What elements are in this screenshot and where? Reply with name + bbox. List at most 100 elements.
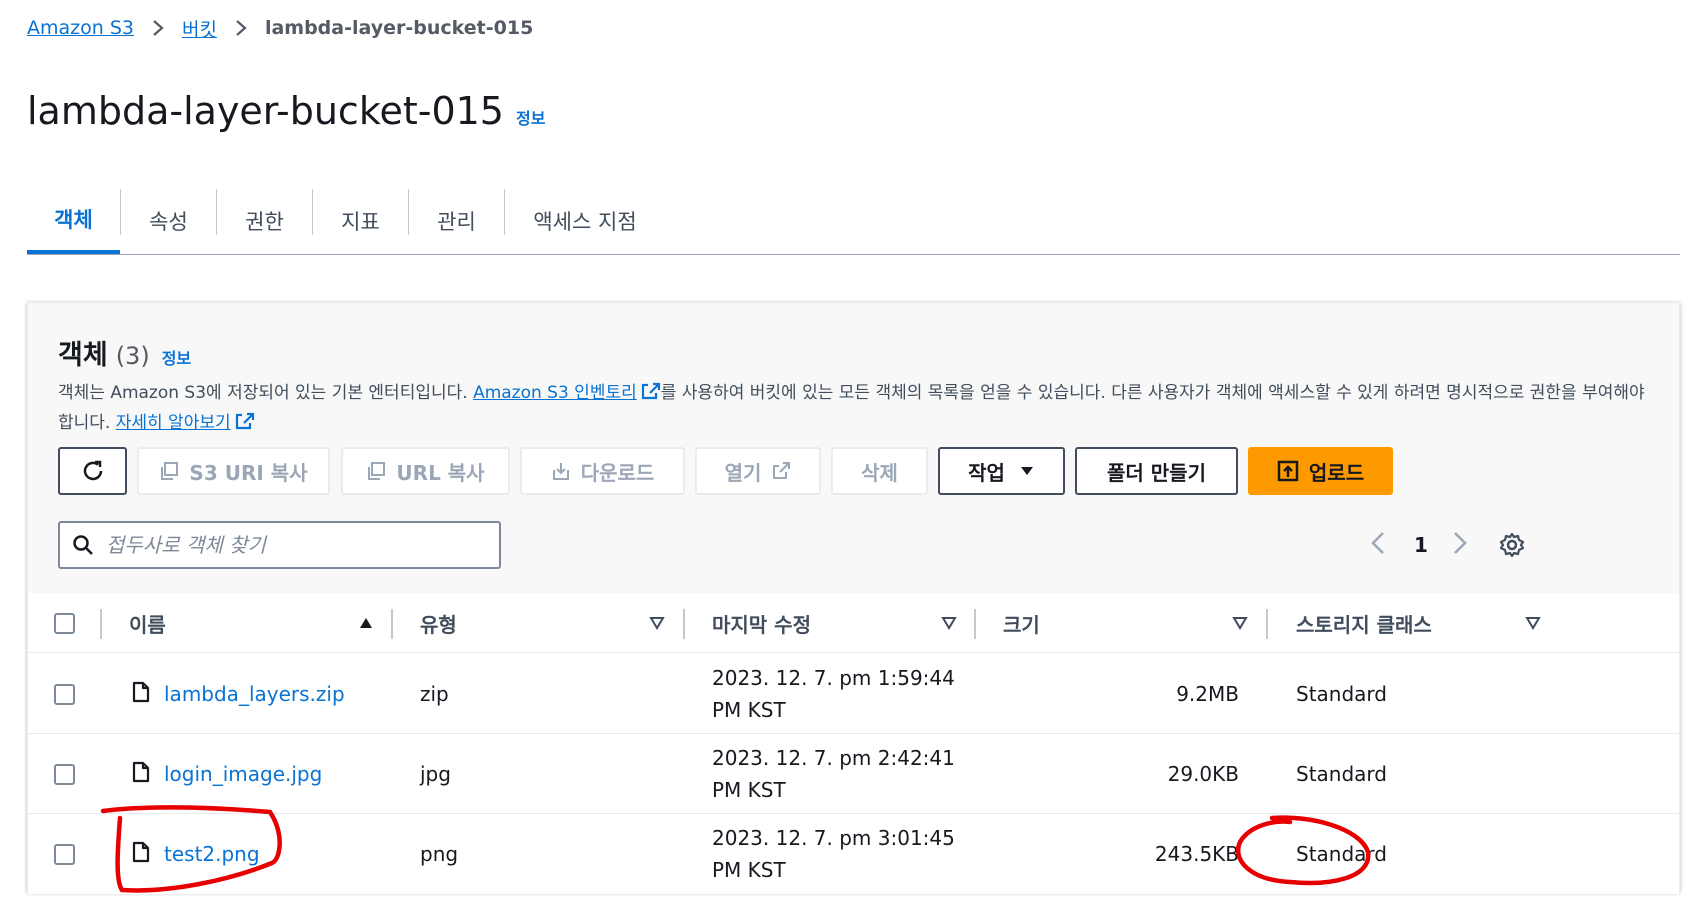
modified-cell: 2023. 12. 7. pm 3:01:45 PM KST xyxy=(712,814,955,894)
select-all-checkbox[interactable] xyxy=(54,612,75,634)
modified-date: 2023. 12. 7. pm 2:42:41 xyxy=(712,746,955,770)
object-name-link[interactable]: lambda_layers.zip xyxy=(164,682,345,706)
copy-icon xyxy=(161,462,179,480)
tab-permissions[interactable]: 권한 xyxy=(217,187,312,255)
size-cell: 29.0KB xyxy=(1167,762,1239,786)
modified-cell: 2023. 12. 7. pm 2:42:41 PM KST xyxy=(712,734,955,814)
column-storage-class-label: 스토리지 클래스 xyxy=(1296,612,1432,637)
chevron-right-icon xyxy=(235,19,247,37)
modified-tz: PM KST xyxy=(712,858,786,882)
breadcrumb-buckets[interactable]: 버킷 xyxy=(182,15,217,42)
size-cell: 9.2MB xyxy=(1176,682,1239,706)
gear-icon xyxy=(1499,532,1525,558)
open-button[interactable]: 열기 xyxy=(695,447,821,495)
tab-metrics[interactable]: 지표 xyxy=(313,187,408,255)
objects-info-link[interactable]: 정보 xyxy=(162,345,191,369)
modified-tz: PM KST xyxy=(712,698,786,722)
breadcrumb: Amazon S3 버킷 lambda-layer-bucket-015 xyxy=(27,14,533,42)
info-link[interactable]: 정보 xyxy=(516,109,545,128)
upload-label: 업로드 xyxy=(1308,460,1365,485)
download-button[interactable]: 다운로드 xyxy=(520,447,685,495)
description-text-1: 객체는 Amazon S3에 저장되어 있는 기본 엔터티입니다. xyxy=(58,383,474,403)
copy-icon xyxy=(368,462,386,480)
objects-count: (3) xyxy=(115,342,150,370)
page-title-row: lambda-layer-bucket-015 정보 xyxy=(27,86,545,144)
table-row[interactable]: lambda_layers.zip zip 2023. 12. 7. pm 1:… xyxy=(28,654,1679,734)
inventory-link[interactable]: Amazon S3 인벤토리 xyxy=(473,383,637,403)
breadcrumb-current: lambda-layer-bucket-015 xyxy=(264,17,534,39)
copy-url-label: URL 복사 xyxy=(396,460,485,485)
size-cell: 243.5KB xyxy=(1154,842,1239,866)
delete-button[interactable]: 삭제 xyxy=(831,447,928,495)
sort-caret-icon xyxy=(941,611,957,635)
learn-more-link[interactable]: 자세히 알아보기 xyxy=(116,413,231,433)
settings-button[interactable] xyxy=(1499,527,1525,563)
refresh-icon xyxy=(83,460,102,481)
page-number[interactable]: 1 xyxy=(1414,533,1428,557)
tab-management[interactable]: 관리 xyxy=(409,187,504,255)
name-cell: lambda_layers.zip xyxy=(132,654,345,734)
type-cell: jpg xyxy=(420,762,451,786)
sort-caret-icon xyxy=(1232,611,1248,635)
open-label: 열기 xyxy=(724,460,762,485)
row-checkbox-cell xyxy=(54,734,75,814)
copy-url-button[interactable]: URL 복사 xyxy=(341,447,510,495)
file-icon xyxy=(132,841,150,868)
copy-s3-uri-button[interactable]: S3 URI 복사 xyxy=(137,447,330,495)
objects-description: 객체는 Amazon S3에 저장되어 있는 기본 엔터티입니다. Amazon… xyxy=(58,378,1658,438)
search-input[interactable] xyxy=(106,533,486,557)
column-storage-class[interactable]: 스토리지 클래스 xyxy=(1296,593,1541,653)
page-title: lambda-layer-bucket-015 xyxy=(27,89,504,133)
chevron-right-icon[interactable] xyxy=(1450,529,1470,561)
column-type-label: 유형 xyxy=(420,612,457,637)
actions-dropdown[interactable]: 작업 xyxy=(938,447,1065,495)
external-link-icon xyxy=(231,412,255,433)
column-size[interactable]: 크기 xyxy=(1003,593,1248,653)
download-label: 다운로드 xyxy=(580,460,655,485)
external-link-icon xyxy=(637,382,661,403)
refresh-button[interactable] xyxy=(58,447,127,495)
row-checkbox-cell xyxy=(54,654,75,734)
tab-objects[interactable]: 객체 xyxy=(27,187,120,254)
breadcrumb-amazon-s3[interactable]: Amazon S3 xyxy=(27,17,134,39)
select-all-checkbox-cell xyxy=(54,593,75,653)
create-folder-label: 폴더 만들기 xyxy=(1107,460,1206,485)
object-name-link[interactable]: login_image.jpg xyxy=(164,762,322,786)
upload-button[interactable]: 업로드 xyxy=(1248,447,1393,495)
row-checkbox[interactable] xyxy=(54,763,75,785)
column-name-label: 이름 xyxy=(129,612,166,637)
chevron-right-icon xyxy=(152,19,164,37)
objects-heading: 객체 (3) 정보 xyxy=(58,333,191,372)
storage-class-cell: Standard xyxy=(1296,762,1387,786)
row-checkbox-cell xyxy=(54,814,75,894)
table-row[interactable]: login_image.jpg jpg 2023. 12. 7. pm 2:42… xyxy=(28,734,1679,814)
object-name-link[interactable]: test2.png xyxy=(164,842,260,866)
sort-caret-icon xyxy=(649,611,665,635)
column-type[interactable]: 유형 xyxy=(420,593,665,653)
column-last-modified[interactable]: 마지막 수정 xyxy=(712,593,957,653)
table-row[interactable]: test2.png png 2023. 12. 7. pm 3:01:45 PM… xyxy=(28,814,1679,894)
objects-panel-header: 객체 (3) 정보 객체는 Amazon S3에 저장되어 있는 기본 엔터티입… xyxy=(28,303,1679,593)
name-cell: test2.png xyxy=(132,814,260,894)
storage-class-cell: Standard xyxy=(1296,842,1387,866)
pagination: 1 xyxy=(1368,527,1470,563)
column-last-modified-label: 마지막 수정 xyxy=(712,612,811,637)
column-name[interactable]: 이름 xyxy=(129,593,374,653)
tab-access-points[interactable]: 액세스 지점 xyxy=(505,187,665,255)
sort-ascending-icon xyxy=(358,611,374,635)
row-checkbox[interactable] xyxy=(54,843,75,865)
objects-heading-label: 객체 xyxy=(58,340,108,371)
name-cell: login_image.jpg xyxy=(132,734,322,814)
modified-tz: PM KST xyxy=(712,778,786,802)
modified-date: 2023. 12. 7. pm 1:59:44 xyxy=(712,666,955,690)
row-checkbox[interactable] xyxy=(54,683,75,705)
tab-properties[interactable]: 속성 xyxy=(121,187,216,255)
table-header: 이름 유형 마지막 수정 크기 스토리지 클래스 xyxy=(28,593,1679,653)
storage-class-cell: Standard xyxy=(1296,682,1387,706)
create-folder-button[interactable]: 폴더 만들기 xyxy=(1075,447,1238,495)
delete-label: 삭제 xyxy=(861,460,898,485)
modified-date: 2023. 12. 7. pm 3:01:45 xyxy=(712,826,955,850)
upload-icon xyxy=(1277,460,1299,482)
external-link-icon xyxy=(773,462,791,479)
chevron-left-icon[interactable] xyxy=(1368,529,1388,561)
